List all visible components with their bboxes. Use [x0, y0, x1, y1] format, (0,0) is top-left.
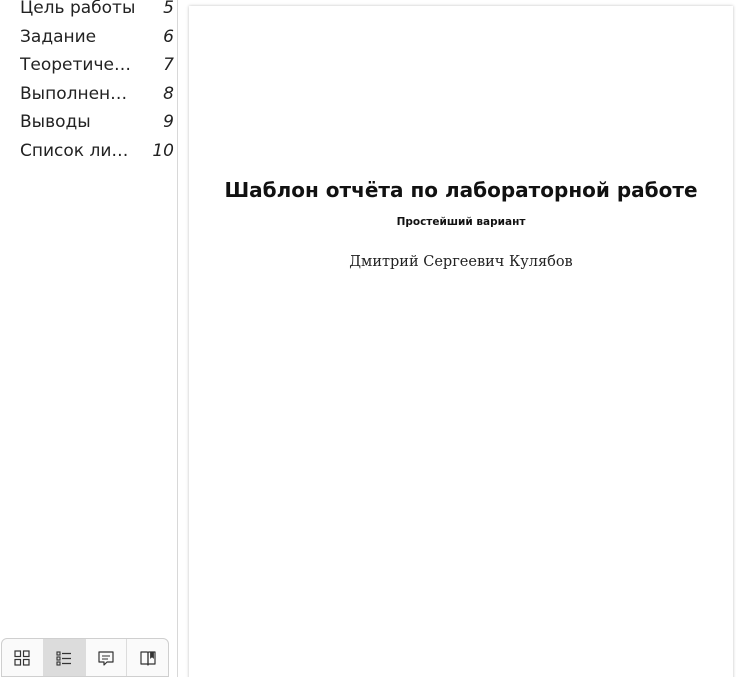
outline-item-page: 7: [163, 55, 174, 76]
sidebar: Цель работы 5 Задание 6 Теоретичес… 7 Вы…: [0, 0, 178, 677]
bookmarks-icon: [140, 650, 156, 666]
thumbnails-button[interactable]: [2, 639, 44, 676]
document-view[interactable]: Шаблон отчёта по лабораторной работе Про…: [179, 0, 736, 677]
outline-item-label: Список лит…: [20, 140, 138, 161]
outline-item[interactable]: Список лит… 10: [0, 140, 178, 172]
outline-item[interactable]: Выводы 9: [0, 112, 178, 143]
document-author: Дмитрий Сергеевич Кулябов: [349, 254, 573, 270]
outline-item-page: 9: [163, 112, 174, 133]
outline-item-label: Выполнени…: [20, 83, 138, 104]
outline-item-page: 8: [163, 83, 174, 104]
sidebar-view-switcher: [1, 638, 169, 677]
outline-item-label: Задание: [20, 26, 97, 47]
outline-icon: [56, 650, 72, 666]
thumbnails-icon: [14, 649, 30, 666]
document-subtitle: Простейший вариант: [396, 216, 526, 228]
annotations-button[interactable]: [86, 639, 128, 676]
outline-item[interactable]: Теоретичес… 7: [0, 55, 178, 86]
outline-button[interactable]: [43, 639, 86, 676]
outline-item-page: 10: [152, 140, 174, 161]
outline-item-page: 6: [163, 26, 174, 47]
outline-item[interactable]: Выполнени… 8: [0, 83, 178, 115]
annotations-icon: [98, 650, 114, 666]
document-outline: Цель работы 5 Задание 6 Теоретичес… 7 Вы…: [0, 0, 178, 172]
outline-item-page: 5: [163, 0, 174, 18]
document-page: Шаблон отчёта по лабораторной работе Про…: [189, 6, 733, 677]
bookmarks-button[interactable]: [127, 639, 168, 676]
outline-item-label: Теоретичес…: [20, 55, 138, 76]
pdf-viewer-window: Цель работы 5 Задание 6 Теоретичес… 7 Вы…: [0, 0, 736, 677]
document-title: Шаблон отчёта по лабораторной работе: [224, 178, 698, 202]
outline-item[interactable]: Цель работы 5: [0, 0, 178, 29]
outline-item-label: Выводы: [20, 112, 91, 133]
outline-item-label: Цель работы: [20, 0, 136, 18]
outline-item[interactable]: Задание 6: [0, 26, 178, 58]
